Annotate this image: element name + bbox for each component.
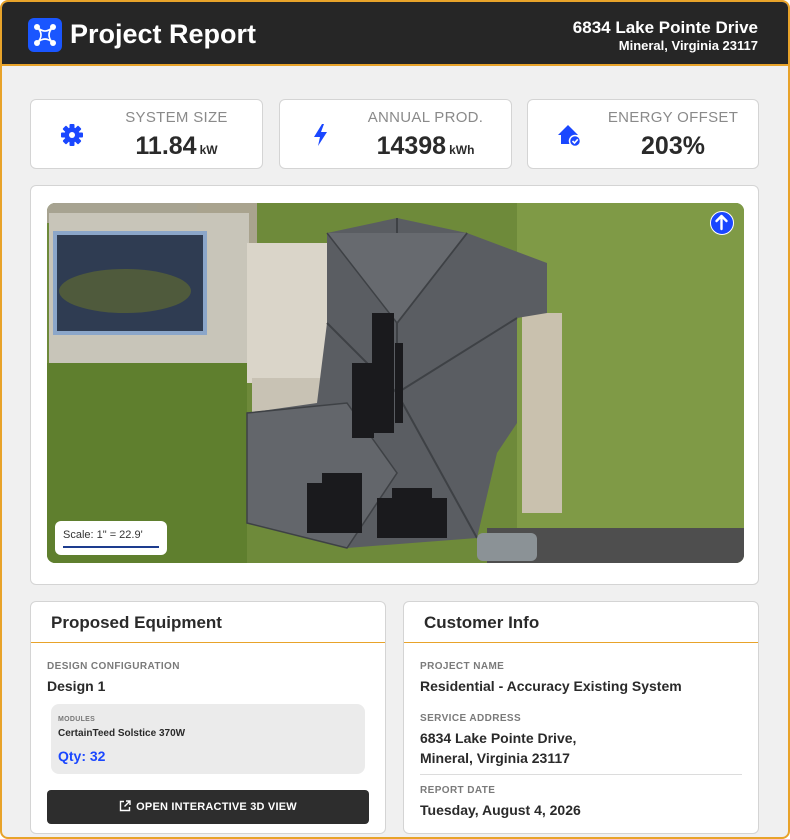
aerial-roof-image[interactable]: Scale: 1" = 22.9' — [47, 203, 744, 563]
modules-label: MODULES — [58, 716, 96, 723]
north-arrow-icon — [710, 211, 734, 235]
stat-number: 203% — [641, 132, 705, 160]
scale-bar — [63, 546, 159, 548]
stat-card-system-size: SYSTEM SIZE 11.84 kW — [30, 99, 263, 169]
stat-unit: kW — [199, 143, 218, 157]
header-address-line2: Mineral, Virginia 23117 — [618, 38, 758, 53]
scale-badge: Scale: 1" = 22.9' — [55, 521, 167, 555]
proposed-equipment-panel: Proposed Equipment DESIGN CONFIGURATION … — [30, 601, 386, 834]
page-title: Project Report — [70, 19, 257, 49]
scale-text: Scale: 1" = 22.9' — [63, 529, 143, 541]
stat-label: ENERGY OFFSET — [607, 109, 739, 126]
house-check-icon — [556, 122, 582, 148]
service-address-line1: 6834 Lake Pointe Drive, — [420, 730, 577, 746]
stat-value: 14398 kWh — [340, 132, 511, 161]
header-address-line1: 6834 Lake Pointe Drive — [572, 18, 758, 37]
open-3d-view-label: OPEN INTERACTIVE 3D VIEW — [136, 801, 297, 813]
module-name: CertainTeed Solstice 370W — [58, 728, 186, 739]
design-config-label: DESIGN CONFIGURATION — [47, 661, 180, 672]
stat-number: 14398 — [376, 132, 447, 160]
stat-value: 203% — [588, 132, 758, 161]
open-3d-view-button[interactable]: OPEN INTERACTIVE 3D VIEW — [47, 790, 369, 824]
report-date-label: REPORT DATE — [420, 785, 496, 796]
project-name-label: PROJECT NAME — [420, 661, 505, 672]
service-address-line2: Mineral, Virginia 23117 — [420, 750, 570, 766]
design-config-value: Design 1 — [47, 678, 106, 694]
stat-value: 11.84 kW — [91, 132, 262, 161]
module-card: MODULES CertainTeed Solstice 370W Qty: 3… — [51, 704, 365, 774]
module-quantity: Qty: 32 — [58, 748, 106, 764]
network-nodes-icon — [28, 18, 62, 52]
panel-heading: Customer Info — [404, 602, 758, 643]
report-frame: Project Report 6834 Lake Pointe Drive Mi… — [0, 0, 790, 839]
external-link-icon — [119, 800, 131, 812]
report-header: Project Report 6834 Lake Pointe Drive Mi… — [2, 2, 788, 66]
stat-label: SYSTEM SIZE — [125, 109, 228, 126]
lightning-bolt-icon — [308, 122, 334, 148]
project-name-value: Residential - Accuracy Existing System — [420, 678, 682, 694]
divider — [420, 774, 742, 775]
stat-number: 11.84 — [135, 132, 197, 160]
stat-unit: kWh — [449, 143, 475, 157]
customer-info-panel: Customer Info PROJECT NAME Residential -… — [403, 601, 759, 834]
service-address-label: SERVICE ADDRESS — [420, 713, 522, 724]
stat-card-annual-production: ANNUAL PROD. 14398 kWh — [279, 99, 512, 169]
stat-card-energy-offset: ENERGY OFFSET 203% — [527, 99, 759, 169]
report-date-value: Tuesday, August 4, 2026 — [420, 802, 581, 818]
panel-heading: Proposed Equipment — [31, 602, 385, 643]
stat-label: ANNUAL PROD. — [367, 109, 484, 126]
aerial-view-card: Scale: 1" = 22.9' — [30, 185, 759, 585]
gear-icon — [59, 122, 85, 148]
